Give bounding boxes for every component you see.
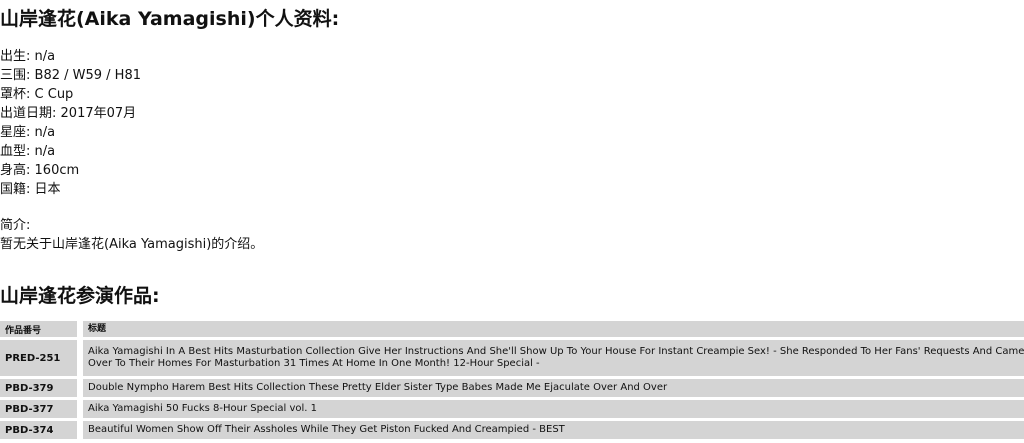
table-header-row: 作品番号 标题 — [0, 321, 1024, 337]
info-label: 星座: — [0, 125, 31, 140]
info-row-cup: 罩杯: C Cup — [0, 85, 141, 104]
info-label: 三围: — [0, 68, 31, 83]
info-label: 罩杯: — [0, 87, 31, 102]
work-title-cell[interactable]: Aika Yamagishi In A Best Hits Masturbati… — [83, 340, 1024, 376]
info-label: 身高: — [0, 163, 31, 178]
work-id[interactable]: PBD-379 — [0, 379, 83, 397]
info-row-blood-type: 血型: n/a — [0, 142, 141, 161]
info-value: n/a — [34, 144, 56, 159]
work-id[interactable]: PBD-377 — [0, 400, 83, 418]
info-row-height: 身高: 160cm — [0, 161, 141, 180]
info-value: n/a — [34, 49, 56, 64]
work-title-link[interactable]: Beautiful Women Show Off Their Assholes … — [88, 424, 1024, 436]
intro-label: 简介: — [0, 218, 31, 233]
info-value: n/a — [34, 125, 56, 140]
table-row[interactable]: PBD-379 Double Nympho Harem Best Hits Co… — [0, 379, 1024, 397]
info-value: B82 / W59 / H81 — [34, 68, 141, 83]
info-row-nationality: 国籍: 日本 — [0, 180, 141, 199]
work-title-link[interactable]: Aika Yamagishi In A Best Hits Masturbati… — [88, 346, 1024, 370]
info-label: 国籍: — [0, 182, 31, 197]
table-row[interactable]: PBD-374 Beautiful Women Show Off Their A… — [0, 421, 1024, 439]
info-row-debut-date: 出道日期: 2017年07月 — [0, 104, 141, 123]
work-title-cell[interactable]: Double Nympho Harem Best Hits Collection… — [83, 379, 1024, 397]
profile-title: 山岸逢花(Aika Yamagishi)个人资料: — [0, 8, 340, 30]
works-table: 作品番号 标题 PRED-251 Aika Yamagishi In A Bes… — [0, 318, 1024, 442]
table-row[interactable]: PRED-251 Aika Yamagishi In A Best Hits M… — [0, 340, 1024, 376]
profile-info-list: 出生: n/a 三围: B82 / W59 / H81 罩杯: C Cup 出道… — [0, 47, 141, 199]
info-value: C Cup — [34, 87, 74, 102]
work-title-cell[interactable]: Beautiful Women Show Off Their Assholes … — [83, 421, 1024, 439]
info-label: 血型: — [0, 144, 31, 159]
info-value: 160cm — [34, 163, 80, 178]
work-title-cell[interactable]: Aika Yamagishi 50 Fucks 8-Hour Special v… — [83, 400, 1024, 418]
intro-text: 暂无关于山岸逢花(Aika Yamagishi)的介绍。 — [0, 237, 264, 252]
column-header-id: 作品番号 — [0, 321, 83, 337]
works-title: 山岸逢花参演作品: — [0, 285, 160, 307]
info-row-birth: 出生: n/a — [0, 47, 141, 66]
info-value: 日本 — [34, 182, 61, 197]
column-header-title: 标题 — [83, 321, 1024, 337]
work-id[interactable]: PBD-374 — [0, 421, 83, 439]
info-value: 2017年07月 — [60, 106, 137, 121]
info-row-zodiac: 星座: n/a — [0, 123, 141, 142]
profile-page: 山岸逢花(Aika Yamagishi)个人资料: 出生: n/a 三围: B8… — [0, 0, 1024, 443]
info-label: 出道日期: — [0, 106, 57, 121]
table-row[interactable]: PBD-377 Aika Yamagishi 50 Fucks 8-Hour S… — [0, 400, 1024, 418]
work-title-link[interactable]: Double Nympho Harem Best Hits Collection… — [88, 382, 1024, 394]
info-row-measurements: 三围: B82 / W59 / H81 — [0, 66, 141, 85]
work-id[interactable]: PRED-251 — [0, 340, 83, 376]
info-label: 出生: — [0, 49, 31, 64]
work-title-link[interactable]: Aika Yamagishi 50 Fucks 8-Hour Special v… — [88, 403, 1024, 415]
profile-intro: 简介: 暂无关于山岸逢花(Aika Yamagishi)的介绍。 — [0, 216, 263, 254]
